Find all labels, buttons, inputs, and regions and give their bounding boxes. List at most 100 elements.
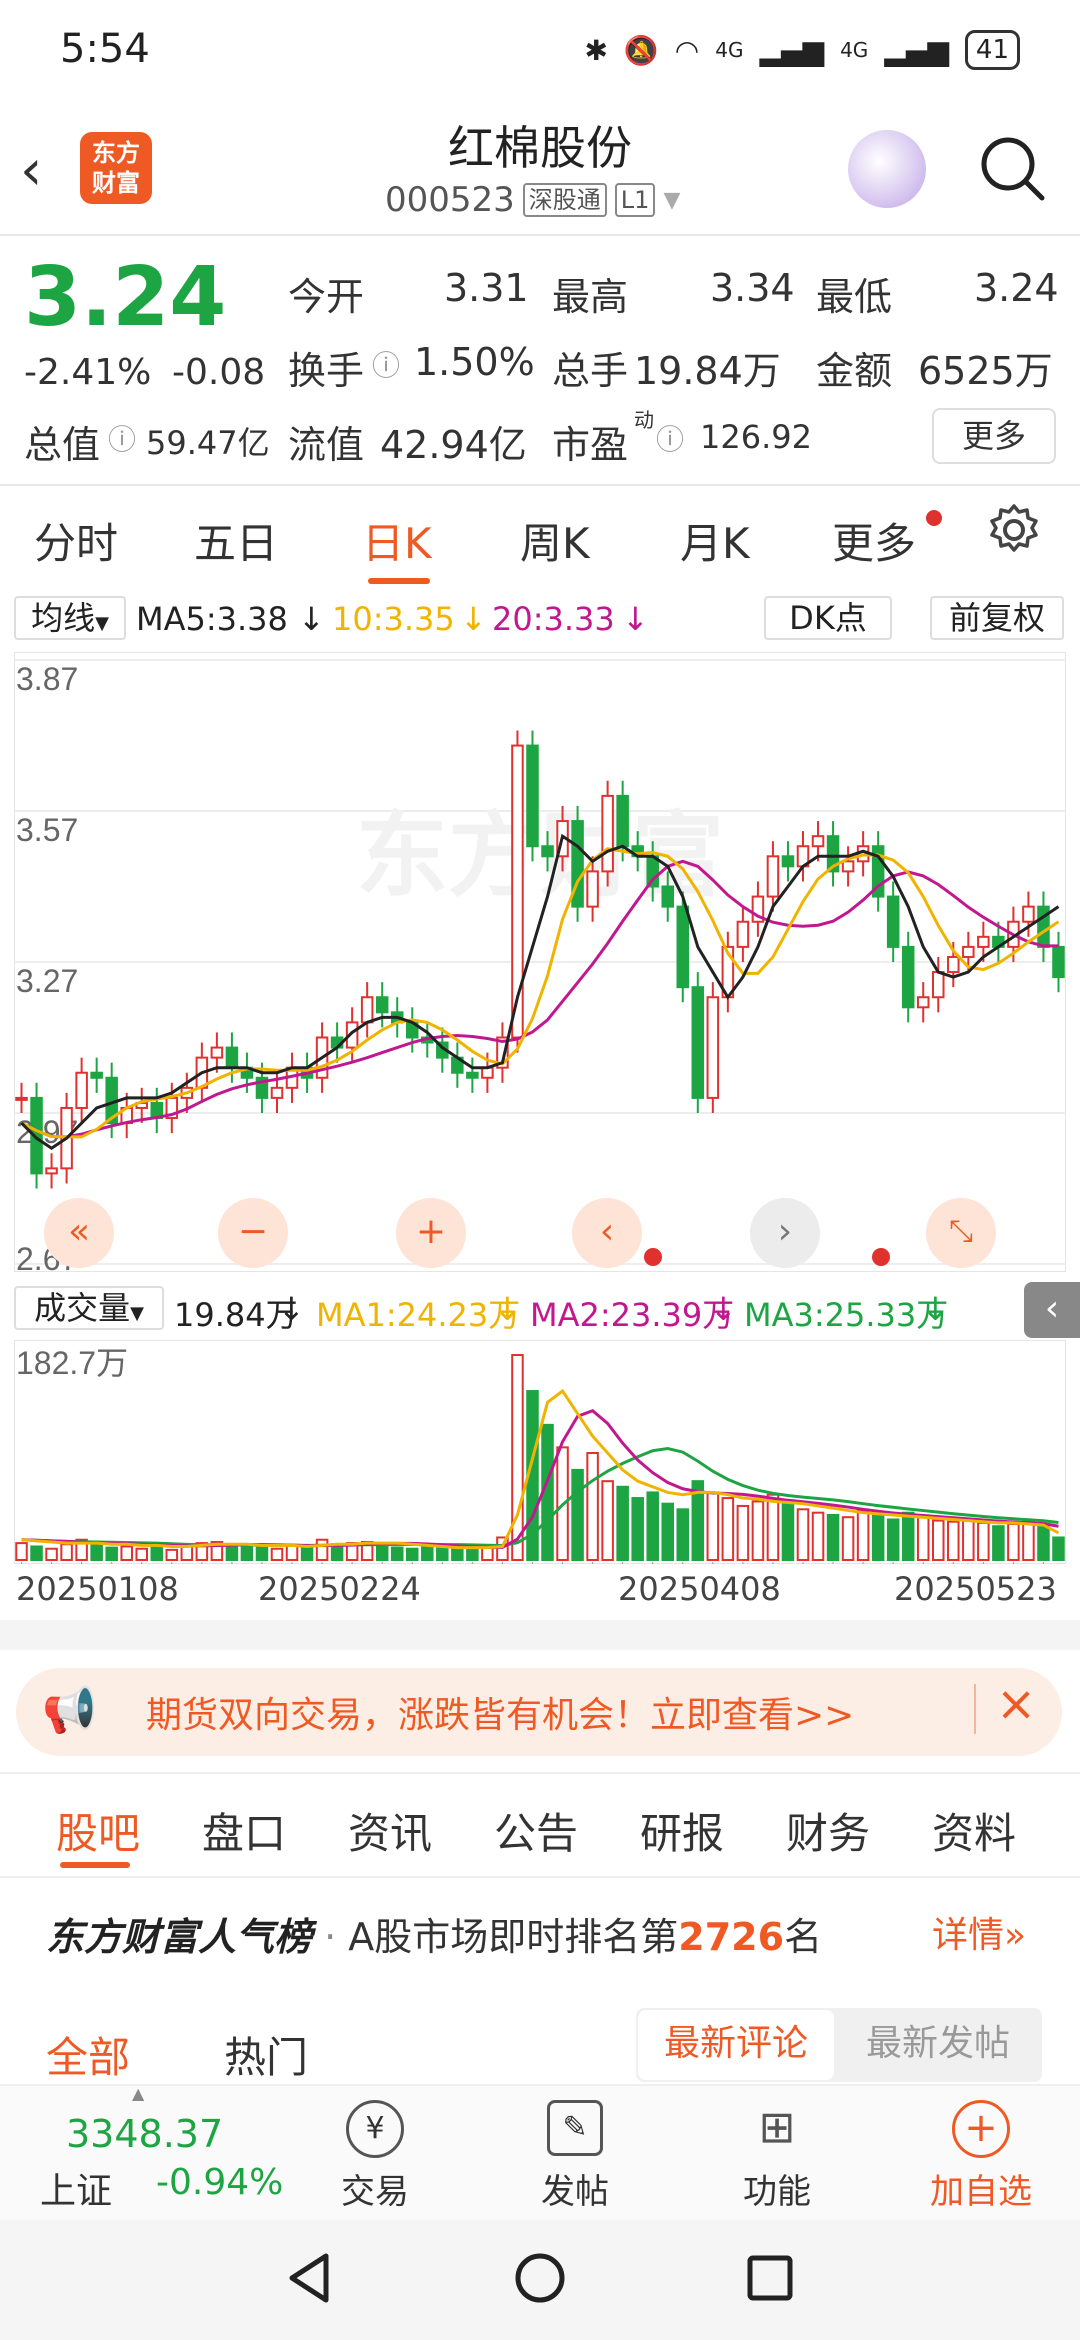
volume-bar — [631, 1497, 644, 1561]
system-recents-icon[interactable] — [740, 2248, 800, 2308]
marker-dot — [644, 1248, 662, 1266]
nav-add-watchlist[interactable]: + 加自选 — [916, 2100, 1046, 2213]
volume-label: 总手 — [552, 349, 629, 393]
ma-legend-bar: 均线▼ MA5:3.38 ↓ 10:3.35 ↓ 20:3.33 ↓ DK点 前… — [0, 592, 1080, 644]
info-icon[interactable]: ⓘ — [372, 344, 400, 384]
fullscreen-icon[interactable]: ⤡ — [926, 1198, 996, 1268]
tab-daily-k[interactable]: 日K — [362, 510, 432, 571]
trade-yen-icon: ¥ — [346, 2100, 404, 2158]
tab-news[interactable]: 资讯 — [348, 1800, 432, 1861]
filter-hot[interactable]: 热门 — [224, 2024, 308, 2085]
volume-bar — [120, 1545, 133, 1561]
candle-body — [586, 870, 599, 908]
chevron-left-icon[interactable]: ‹ — [572, 1198, 642, 1268]
tab-profile[interactable]: 资料 — [932, 1800, 1016, 1861]
amount-label: 金额 — [816, 349, 893, 393]
info-icon[interactable]: ⓘ — [656, 418, 684, 458]
candle-body — [526, 744, 539, 848]
settings-gear-icon[interactable] — [986, 502, 1042, 562]
candle-body — [691, 986, 705, 1099]
volume-bar — [992, 1525, 1005, 1561]
tab-announcements[interactable]: 公告 — [494, 1800, 578, 1861]
banner-text: 期货双向交易，涨跌皆有机会！立即查看>> — [146, 1695, 855, 1736]
candle-body — [15, 1096, 28, 1101]
more-button[interactable]: 更多 — [932, 408, 1056, 464]
volume-bar — [511, 1354, 524, 1561]
turnover-value: 1.50% — [414, 340, 535, 384]
candle-body — [736, 920, 750, 948]
candlestick-chart[interactable]: 3.873.573.272.972.67东方财富 — [14, 652, 1066, 1272]
sort-latest-comment[interactable]: 最新评论 — [638, 2010, 834, 2080]
volume-bar — [105, 1546, 118, 1561]
collapse-panel-icon[interactable]: ‹ — [1024, 1282, 1080, 1338]
volume-bar — [646, 1491, 659, 1561]
tab-monthly-k[interactable]: 月K — [680, 510, 750, 571]
search-icon[interactable] — [978, 134, 1045, 201]
volume-selector[interactable]: 成交量▼ — [14, 1286, 164, 1330]
sort-latest-post[interactable]: 最新发帖 — [836, 2010, 1040, 2080]
candle-body — [781, 855, 795, 868]
nav-post[interactable]: ✎ 发帖 — [530, 2100, 620, 2213]
volume-bar — [962, 1518, 975, 1562]
signal-bars-icon: ▂▄▆ — [884, 33, 949, 67]
tab-intraday[interactable]: 分时 — [34, 510, 118, 571]
float-cap-label: 流值 — [288, 423, 365, 467]
nav-trade[interactable]: ¥ 交易 — [330, 2100, 420, 2213]
open-value: 3.31 — [444, 266, 529, 310]
tab-five-day[interactable]: 五日 — [194, 510, 278, 571]
volume-bar — [150, 1546, 164, 1561]
detail-link[interactable]: 详情» — [932, 1906, 1026, 1958]
pe-value: 126.92 — [700, 418, 812, 456]
promo-banner[interactable]: 📢 期货双向交易，涨跌皆有机会！立即查看>> × — [16, 1668, 1062, 1756]
amount-value: 6525万 — [918, 349, 1053, 393]
candle-body — [225, 1046, 239, 1069]
nav-functions[interactable]: ⊞ 功能 — [732, 2100, 822, 2213]
volume-chart[interactable]: 182.7万 — [14, 1340, 1066, 1564]
tab-financials[interactable]: 财务 — [786, 1800, 870, 1861]
ma5-value: MA5:3.38 — [136, 600, 288, 638]
down-arrow-icon: ↓ — [922, 1290, 949, 1328]
candle-body — [541, 845, 554, 858]
volume-bar — [796, 1508, 810, 1562]
tab-weekly-k[interactable]: 周K — [520, 510, 590, 571]
dk-point-button[interactable]: DK点 — [764, 596, 892, 640]
status-time: 5:54 — [60, 26, 150, 72]
ma-selector[interactable]: 均线▼ — [14, 596, 126, 640]
tab-order-book[interactable]: 盘口 — [202, 1800, 286, 1861]
close-icon[interactable]: × — [996, 1676, 1036, 1732]
price-adjust-button[interactable]: 前复权 — [930, 596, 1064, 640]
volume-bar — [856, 1509, 870, 1562]
y-tick-label: 3.87 — [16, 661, 78, 697]
volume-bar — [886, 1518, 900, 1562]
tab-guba[interactable]: 股吧 — [56, 1800, 140, 1861]
volume-bar — [841, 1516, 855, 1561]
chevron-left-far-icon[interactable]: « — [44, 1198, 114, 1268]
active-tab-indicator — [368, 578, 430, 584]
filter-all[interactable]: 全部 — [46, 2024, 130, 2085]
chevron-down-icon: ▼ — [130, 1303, 144, 1324]
volume-legend-bar: 成交量▼ 19.84万 ↓ MA1:24.23万 ↓ MA2:23.39万 ↓ … — [0, 1282, 1080, 1338]
volume-bar — [390, 1546, 404, 1561]
chevron-right-icon[interactable]: › — [750, 1198, 820, 1268]
system-home-icon[interactable] — [510, 2248, 570, 2308]
mute-icon: 🔕 — [623, 33, 659, 67]
volume-bar — [706, 1491, 720, 1561]
popularity-rank[interactable]: 东方财富人气榜 · A股市场即时排名第2726名 — [46, 1906, 822, 1961]
wifi-icon: ◠ — [674, 33, 700, 67]
candle-body — [210, 1046, 224, 1059]
candle-body — [1022, 905, 1035, 923]
info-icon[interactable]: ⓘ — [108, 418, 136, 458]
chevron-double-right-icon: » — [1004, 1915, 1027, 1956]
tab-more[interactable]: 更多 — [832, 510, 916, 571]
robot-avatar-icon[interactable] — [848, 130, 926, 208]
rank-number: 2726 — [678, 1915, 785, 1959]
stock-code-row[interactable]: 000523 深股通 L1 ▼ — [385, 180, 680, 220]
volume-bar — [451, 1547, 464, 1562]
zoom-out-icon[interactable]: − — [218, 1198, 288, 1268]
index-pct: -0.94% — [156, 2162, 284, 2203]
ma20-value: 20:3.33 — [492, 600, 615, 638]
tab-research[interactable]: 研报 — [640, 1800, 724, 1861]
zoom-in-icon[interactable]: + — [396, 1198, 466, 1268]
system-back-icon[interactable] — [280, 2248, 340, 2308]
index-value[interactable]: 3348.37 — [66, 2112, 223, 2156]
